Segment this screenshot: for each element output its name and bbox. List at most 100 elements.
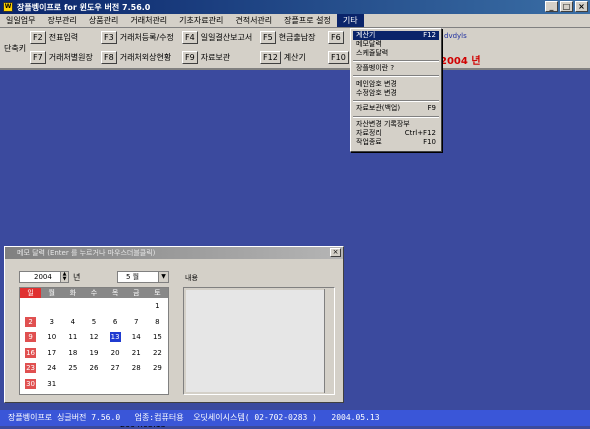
menu-clients[interactable]: 거래처관리 <box>124 14 173 27</box>
calendar-day <box>41 299 62 315</box>
calendar-day[interactable]: 21 <box>126 346 147 362</box>
minimize-button[interactable]: _ <box>545 1 558 12</box>
calendar-day[interactable]: 23 <box>20 361 41 377</box>
calendar-day <box>62 377 83 393</box>
calendar-day[interactable]: 27 <box>105 361 126 377</box>
calendar-day[interactable]: 6 <box>105 315 126 331</box>
calendar-day[interactable]: 16 <box>20 346 41 362</box>
spin-arrows[interactable]: ▲ ▼ <box>60 272 68 282</box>
calendar-day[interactable]: 26 <box>83 361 104 377</box>
calendar-week: 2345678 <box>20 315 168 331</box>
tb-f6[interactable]: F6 <box>328 30 347 45</box>
calendar-day[interactable]: 4 <box>62 315 83 331</box>
fkey: F10 <box>328 51 349 64</box>
menu-estimates[interactable]: 견적서관리 <box>229 14 278 27</box>
calendar-day[interactable]: 1 <box>147 299 168 315</box>
close-button[interactable]: × <box>575 1 588 12</box>
weekday-header: 일 월 화 수 목 금 토 <box>20 288 168 298</box>
memo-close-button[interactable]: × <box>330 248 341 257</box>
calendar-day[interactable]: 9 <box>20 330 41 346</box>
calendar-week: 23 24 25 26 27 28 29 <box>20 361 168 377</box>
tb-f10[interactable]: F10 <box>328 50 352 65</box>
calendar-week: 30 31 <box>20 377 168 393</box>
menu-products[interactable]: 상품관리 <box>83 14 124 27</box>
tb-f3[interactable]: F3 거래처등록/수정 <box>101 30 174 45</box>
dd-schedule-calendar[interactable]: 스케쥴달력 <box>353 49 439 58</box>
menu-basics[interactable]: 기초자료관리 <box>173 14 229 27</box>
calendar-day[interactable]: 5 <box>83 315 104 331</box>
calendar-day[interactable]: 28 <box>126 361 147 377</box>
tb-label: 거래처별원장 <box>48 53 93 62</box>
dd-memo-calendar[interactable]: 메모달력 <box>353 40 439 49</box>
month-select[interactable]: 5 월 ▼ <box>117 271 169 283</box>
dow-thu: 목 <box>111 289 119 297</box>
tb-f9[interactable]: F9 자료보관 <box>182 50 230 65</box>
calendar-day[interactable]: 18 <box>62 346 83 362</box>
menu-ledger[interactable]: 장부관리 <box>41 14 82 27</box>
fkey: F5 <box>260 31 276 44</box>
dd-exit[interactable]: 작업종료 F10 <box>353 138 439 147</box>
dd-asset-log[interactable]: 자산변경 기록장부 <box>353 120 439 129</box>
spin-down-icon[interactable]: ▼ <box>61 277 68 282</box>
calendar-day[interactable]: 20 <box>105 346 126 362</box>
dd-main-password[interactable]: 메인암호 변경 <box>353 80 439 89</box>
calendar-day[interactable]: 29 <box>147 361 168 377</box>
calendar-day[interactable]: 31 <box>41 377 62 393</box>
year-spinner[interactable]: 2004 ▲ ▼ <box>19 271 69 283</box>
day-grid: 1 2 3 4 5 6 7 8 9 10 11 12 13 14 15 16 17 18 19 20 21 22 23 24 2… <box>20 299 168 392</box>
maximize-button[interactable]: □ <box>560 1 573 12</box>
tb-label: 자료보관 <box>200 53 231 62</box>
tb-label: 거래처등록/수정 <box>119 33 174 42</box>
menu-daily[interactable]: 일일업무 <box>0 14 41 27</box>
calendar-day[interactable]: 24 <box>41 361 62 377</box>
calendar-day[interactable]: 3 <box>41 315 62 331</box>
menu-settings[interactable]: 장플프로 설정 <box>278 14 337 27</box>
calendar-day <box>83 377 104 393</box>
calendar-day[interactable]: 17 <box>41 346 62 362</box>
tb-label: 현금출납장 <box>278 33 316 42</box>
tb-label: 거래처외상현황 <box>119 53 172 62</box>
memo-title: 메모 달력 (Enter 를 누르거나 마우스더블클릭) <box>17 249 156 257</box>
calendar-day[interactable]: 14 <box>126 330 147 346</box>
fkey: F3 <box>101 31 117 44</box>
calendar-day[interactable]: 12 <box>83 330 104 346</box>
vertical-scrollbar[interactable] <box>324 289 333 393</box>
dow-mon: 월 <box>48 289 55 297</box>
tb-label: 전표입력 <box>48 33 79 42</box>
status-bar: 장플벵이프로 싱글버전 7.56.0 업종:컴퓨터용 오딧세이시스템( 02-7… <box>0 410 590 426</box>
calendar-day[interactable]: 7 <box>126 315 147 331</box>
calendar-day[interactable]: 13 <box>105 330 126 346</box>
calendar-day[interactable]: 8 <box>147 315 168 331</box>
fkey: F2 <box>30 31 46 44</box>
separator <box>353 75 439 77</box>
calendar-day[interactable]: 22 <box>147 346 168 362</box>
year-unit: 년 <box>73 273 81 282</box>
tb-f2[interactable]: F2 전표입력 <box>30 30 78 45</box>
dd-calculator[interactable]: 계산기 F12 <box>353 31 439 40</box>
dd-edit-password[interactable]: 수정암호 변경 <box>353 89 439 98</box>
tb-f4[interactable]: F4 일일결산보고서 <box>182 30 252 45</box>
calendar-day[interactable]: 11 <box>62 330 83 346</box>
note-textarea[interactable] <box>183 287 335 395</box>
calendar-day[interactable]: 30 <box>20 377 41 393</box>
calendar-day[interactable]: 2 <box>20 315 41 331</box>
dd-cleanup[interactable]: 자료정리 Ctrl+F12 <box>353 129 439 138</box>
note-content[interactable] <box>186 290 324 392</box>
calendar-day <box>105 377 126 393</box>
calendar-day[interactable]: 15 <box>147 330 168 346</box>
dow-wed: 수 <box>90 289 98 297</box>
calendar-day[interactable]: 10 <box>41 330 62 346</box>
calendar-day[interactable]: 25 <box>62 361 83 377</box>
tb-f7[interactable]: F7 거래처별원장 <box>30 50 93 65</box>
tb-f5[interactable]: F5 현금출납장 <box>260 30 316 45</box>
dd-backup[interactable]: 자료보관(백업) F9 <box>353 104 439 113</box>
calendar-day <box>62 299 83 315</box>
tb-f8[interactable]: F8 거래처외상현황 <box>101 50 171 65</box>
calendar-day[interactable]: 19 <box>83 346 104 362</box>
dd-about[interactable]: 장플벵이란 ? <box>353 64 439 73</box>
app-icon: W <box>3 2 13 12</box>
tb-f12[interactable]: F12 계산기 <box>260 50 306 65</box>
chevron-down-icon[interactable]: ▼ <box>158 272 168 282</box>
menu-etc[interactable]: 기타 <box>336 14 364 27</box>
dow-fri: 금 <box>133 289 140 297</box>
